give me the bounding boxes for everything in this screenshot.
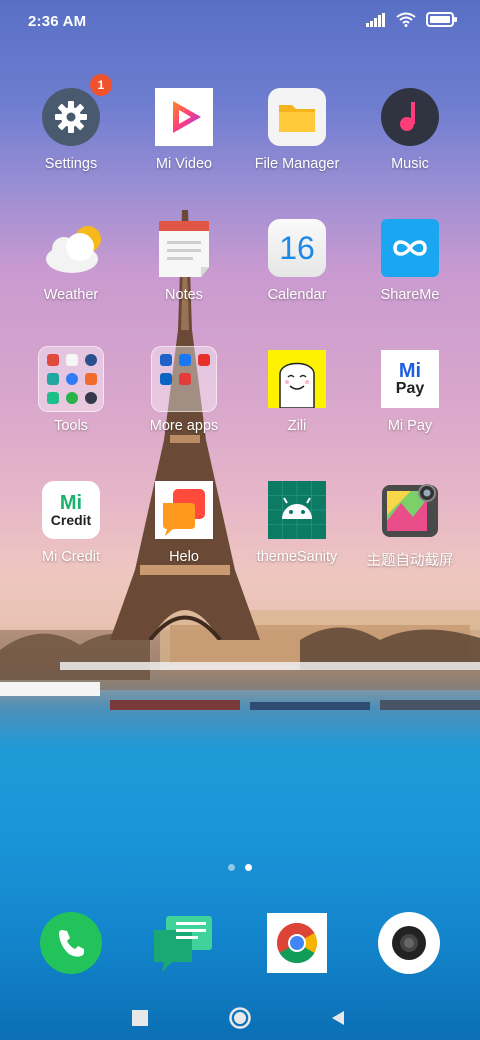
android-robot-icon [268, 481, 326, 539]
mini-app-icon [85, 354, 97, 366]
app-helo[interactable]: Helo [128, 481, 240, 591]
screenshot-gallery-icon [382, 484, 438, 537]
mini-app-icon [85, 392, 97, 404]
tools-folder-icon [38, 346, 104, 412]
mini-app-icon [47, 392, 59, 404]
folder-more-apps[interactable]: More apps [128, 346, 240, 460]
calendar-date: 16 [279, 229, 315, 266]
app-notes[interactable]: Notes [128, 219, 240, 329]
app-label: Mi Pay [387, 418, 433, 434]
app-label: Music [391, 156, 429, 172]
zili-ghost-icon [268, 350, 326, 409]
music-note-icon [381, 88, 439, 146]
app-label: Weather [43, 287, 99, 303]
mi-pay-icon: Mi Pay [381, 350, 439, 408]
signal-icon [366, 12, 385, 27]
dock-phone[interactable] [40, 912, 102, 974]
app-label: Helo [169, 549, 199, 565]
camera-icon [378, 912, 440, 974]
chrome-icon [267, 913, 327, 973]
app-file-manager[interactable]: File Manager [241, 88, 353, 198]
app-music[interactable]: Music [354, 88, 466, 198]
dock-camera[interactable] [378, 912, 440, 974]
helo-chat-icon [155, 481, 213, 539]
mini-app-icon [160, 354, 172, 366]
app-label: Calendar [267, 287, 327, 303]
mini-app-icon [66, 392, 78, 404]
app-shareme[interactable]: ShareMe [354, 219, 466, 329]
home-circle-icon [229, 1007, 251, 1029]
shareme-infinity-icon [381, 219, 439, 277]
mini-app-icon [179, 354, 191, 366]
mini-app-icon [66, 354, 78, 366]
app-zili[interactable]: Zili [241, 350, 353, 460]
mi-credit-icon: Mi Credit [42, 481, 100, 539]
calendar-icon: 16 [268, 219, 326, 277]
app-label: themeSanity [256, 549, 338, 565]
mini-app-icon [66, 373, 78, 385]
mini-app-icon [85, 373, 97, 385]
app-label: Tools [54, 418, 88, 434]
square-icon [132, 1010, 148, 1026]
notification-badge: 1 [90, 74, 112, 96]
mi-video-icon [155, 88, 213, 146]
dock-messaging[interactable] [152, 912, 214, 974]
app-mi-pay[interactable]: Mi Pay Mi Pay [354, 350, 466, 460]
app-settings[interactable]: 1 Settings [15, 74, 127, 198]
app-calendar[interactable]: 16 Calendar [241, 219, 353, 329]
back-button[interactable] [318, 998, 358, 1038]
mini-app-icon [47, 354, 59, 366]
page-indicator [0, 864, 480, 871]
mini-app-icon [160, 373, 172, 385]
dock-chrome[interactable] [266, 912, 328, 974]
app-auto-screenshot[interactable]: 主题自动截屏 [354, 481, 466, 591]
app-label: ShareMe [380, 287, 440, 303]
app-label: File Manager [254, 156, 340, 172]
status-time: 2:36 AM [28, 13, 87, 30]
home-button[interactable] [220, 998, 260, 1038]
weather-cloud-sun-icon [46, 226, 101, 273]
app-label: Mi Credit [41, 549, 100, 565]
more-apps-folder-icon [151, 346, 217, 412]
app-label: 主题自动截屏 [366, 553, 454, 569]
recents-button[interactable] [120, 998, 160, 1038]
page-dot[interactable] [228, 864, 235, 871]
app-label: More apps [149, 418, 219, 434]
app-label: Settings [44, 156, 98, 172]
navigation-bar [0, 990, 480, 1040]
app-mi-video[interactable]: Mi Video [128, 88, 240, 198]
battery-icon [426, 12, 457, 27]
status-bar: 2:36 AM [0, 0, 480, 44]
app-theme-sanity[interactable]: themeSanity [241, 481, 353, 591]
settings-gear-icon [42, 88, 100, 146]
notes-icon [159, 221, 209, 277]
folder-tools[interactable]: Tools [15, 346, 127, 460]
phone-icon [40, 912, 102, 974]
mini-app-icon [47, 373, 59, 385]
app-weather[interactable]: Weather [15, 219, 127, 329]
messaging-icon [154, 916, 212, 972]
mini-app-icon [198, 354, 210, 366]
back-triangle-icon [332, 1011, 344, 1025]
app-label: Zili [287, 418, 307, 434]
wifi-icon [396, 12, 416, 27]
mini-app-icon [179, 373, 191, 385]
app-mi-credit[interactable]: Mi Credit Mi Credit [15, 481, 127, 591]
app-label: Notes [165, 287, 203, 303]
page-dot-active[interactable] [245, 864, 252, 871]
folder-icon [268, 88, 326, 146]
app-label: Mi Video [155, 156, 213, 172]
